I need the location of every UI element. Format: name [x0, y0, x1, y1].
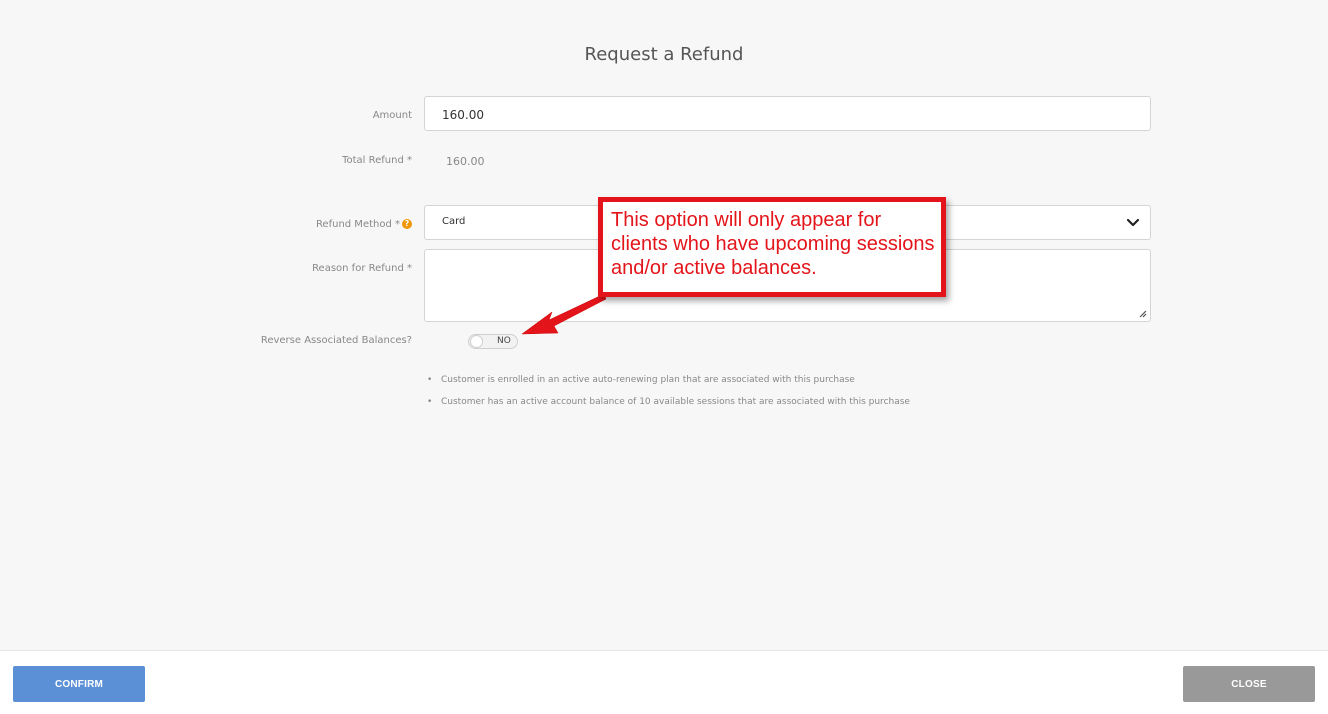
warning-notes-list: • Customer is enrolled in an active auto-…	[424, 374, 910, 418]
refund-method-label-text: Refund Method *	[315, 219, 400, 230]
total-refund-label: Total Refund *	[342, 155, 412, 166]
toggle-knob	[470, 335, 483, 348]
reverse-balances-label: Reverse Associated Balances?	[260, 335, 412, 346]
close-button[interactable]: CLOSE	[1183, 666, 1315, 702]
bullet-icon: •	[427, 375, 433, 385]
reverse-balances-toggle[interactable]: NO	[468, 334, 518, 349]
annotation-callout: This option will only appear for clients…	[598, 197, 946, 297]
dialog-footer: CONFIRM CLOSE	[0, 650, 1328, 714]
bullet-icon: •	[427, 397, 433, 407]
list-item: • Customer is enrolled in an active auto-…	[424, 374, 910, 396]
resize-handle-icon[interactable]	[1137, 308, 1147, 318]
amount-label: Amount	[372, 110, 412, 121]
confirm-button[interactable]: CONFIRM	[13, 666, 145, 702]
dialog-title: Request a Refund	[584, 44, 744, 65]
refund-method-value: Card	[442, 216, 466, 227]
note-text: Customer has an active account balance o…	[441, 397, 910, 407]
list-item: • Customer has an active account balance …	[424, 396, 910, 418]
amount-value: 160.00	[442, 108, 484, 122]
arrow-icon	[521, 293, 607, 335]
refund-method-label: Refund Method *?	[316, 219, 412, 230]
chevron-down-icon	[1126, 218, 1140, 227]
amount-input[interactable]: 160.00	[424, 96, 1151, 131]
annotation-text: This option will only appear for clients…	[611, 209, 935, 279]
help-icon[interactable]: ?	[402, 219, 412, 229]
total-refund-value: 160.00	[446, 155, 485, 168]
note-text: Customer is enrolled in an active auto-r…	[441, 375, 855, 385]
reason-label: Reason for Refund *	[312, 263, 412, 274]
toggle-state-text: NO	[497, 336, 511, 346]
